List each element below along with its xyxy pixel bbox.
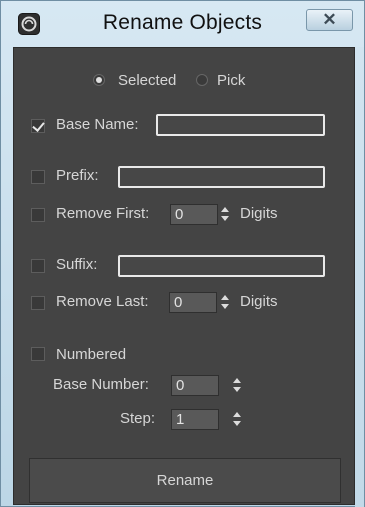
rename-panel: Selected Pick Base Name: Prefix: Remove … xyxy=(13,47,355,505)
rename-button[interactable]: Rename xyxy=(29,458,341,503)
spinner-up-icon[interactable] xyxy=(221,207,229,212)
remove-last-value: 0 xyxy=(174,294,183,311)
radio-pick-label[interactable]: Pick xyxy=(217,72,245,89)
remove-first-spinner-arrows[interactable] xyxy=(219,204,231,225)
remove-last-spinner[interactable]: 0 xyxy=(169,292,217,313)
prefix-checkbox[interactable] xyxy=(31,170,45,184)
base-number-spinner-arrows[interactable] xyxy=(231,375,243,396)
prefix-label: Prefix: xyxy=(56,167,99,184)
suffix-checkbox[interactable] xyxy=(31,259,45,273)
remove-last-label: Remove Last: xyxy=(56,293,149,310)
remove-first-checkbox[interactable] xyxy=(31,208,45,222)
remove-first-value: 0 xyxy=(175,206,184,223)
base-number-label: Base Number: xyxy=(53,376,149,393)
remove-last-unit: Digits xyxy=(240,293,278,310)
remove-last-spinner-arrows[interactable] xyxy=(219,292,231,313)
numbered-checkbox[interactable] xyxy=(31,347,45,361)
base-number-spinner[interactable]: 0 xyxy=(171,375,219,396)
window-frame-right xyxy=(355,47,364,507)
remove-first-spinner[interactable]: 0 xyxy=(170,204,218,225)
base-number-value: 0 xyxy=(176,377,185,394)
spinner-down-icon[interactable] xyxy=(233,421,241,426)
radio-selected-label[interactable]: Selected xyxy=(118,72,176,89)
prefix-input[interactable] xyxy=(118,166,325,188)
remove-first-unit: Digits xyxy=(240,205,278,222)
spinner-up-icon[interactable] xyxy=(233,378,241,383)
base-name-checkbox[interactable] xyxy=(31,119,45,133)
suffix-input[interactable] xyxy=(118,255,325,277)
step-value: 1 xyxy=(176,411,185,428)
rename-objects-window: Rename Objects ✕ Selected Pick Base Name… xyxy=(0,0,365,507)
suffix-label: Suffix: xyxy=(56,256,98,273)
radio-pick[interactable] xyxy=(196,74,208,86)
numbered-label: Numbered xyxy=(56,346,127,363)
spinner-up-icon[interactable] xyxy=(233,412,241,417)
rename-button-label: Rename xyxy=(156,472,214,489)
base-name-input[interactable] xyxy=(156,114,325,136)
spinner-up-icon[interactable] xyxy=(221,295,229,300)
spinner-down-icon[interactable] xyxy=(221,216,229,221)
close-button[interactable]: ✕ xyxy=(306,9,353,31)
radio-selected[interactable] xyxy=(93,74,105,86)
step-spinner[interactable]: 1 xyxy=(171,409,219,430)
remove-last-checkbox[interactable] xyxy=(31,296,45,310)
base-name-label: Base Name: xyxy=(56,116,139,133)
step-spinner-arrows[interactable] xyxy=(231,409,243,430)
spinner-down-icon[interactable] xyxy=(233,387,241,392)
spinner-down-icon[interactable] xyxy=(221,304,229,309)
step-label: Step: xyxy=(120,410,156,427)
remove-first-label: Remove First: xyxy=(56,205,150,222)
close-icon: ✕ xyxy=(322,10,337,29)
title-bar[interactable]: Rename Objects ✕ xyxy=(1,1,364,47)
